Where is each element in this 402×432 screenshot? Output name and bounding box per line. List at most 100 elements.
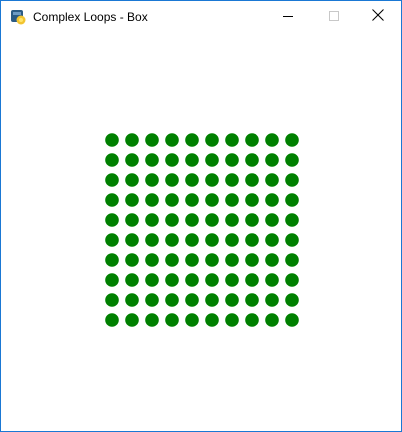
grid-dot bbox=[205, 153, 219, 167]
grid-dot bbox=[205, 293, 219, 307]
grid-dot bbox=[185, 153, 199, 167]
grid-dot bbox=[105, 273, 119, 287]
grid-dot bbox=[245, 173, 259, 187]
grid-dot bbox=[105, 253, 119, 267]
grid-dot bbox=[205, 213, 219, 227]
grid-dot bbox=[225, 173, 239, 187]
grid-dot bbox=[245, 233, 259, 247]
grid-dot bbox=[225, 193, 239, 207]
grid-dot bbox=[225, 153, 239, 167]
grid-dot bbox=[225, 233, 239, 247]
grid-dot bbox=[245, 193, 259, 207]
grid-dot bbox=[245, 213, 259, 227]
grid-dot bbox=[285, 253, 299, 267]
client-area bbox=[1, 32, 401, 431]
grid-dot bbox=[185, 133, 199, 147]
grid-dot bbox=[245, 253, 259, 267]
grid-dot bbox=[265, 253, 279, 267]
grid-dot bbox=[245, 313, 259, 327]
grid-dot bbox=[105, 313, 119, 327]
grid-dot bbox=[225, 273, 239, 287]
grid-dot bbox=[265, 313, 279, 327]
grid-dot bbox=[185, 193, 199, 207]
grid-dot bbox=[225, 293, 239, 307]
grid-dot bbox=[185, 213, 199, 227]
grid-dot bbox=[265, 213, 279, 227]
grid-dot bbox=[205, 173, 219, 187]
dot-grid-canvas bbox=[105, 133, 299, 327]
grid-dot bbox=[285, 213, 299, 227]
grid-dot bbox=[225, 133, 239, 147]
grid-dot bbox=[165, 233, 179, 247]
grid-dot bbox=[165, 193, 179, 207]
grid-dot bbox=[265, 153, 279, 167]
grid-dot bbox=[105, 193, 119, 207]
grid-dot bbox=[165, 293, 179, 307]
grid-dot bbox=[285, 193, 299, 207]
grid-dot bbox=[205, 313, 219, 327]
grid-dot bbox=[205, 133, 219, 147]
grid-dot bbox=[105, 173, 119, 187]
grid-dot bbox=[125, 253, 139, 267]
grid-dot bbox=[105, 213, 119, 227]
grid-dot bbox=[165, 213, 179, 227]
grid-dot bbox=[165, 133, 179, 147]
grid-dot bbox=[125, 193, 139, 207]
grid-dot bbox=[285, 233, 299, 247]
grid-dot bbox=[185, 253, 199, 267]
grid-dot bbox=[125, 133, 139, 147]
close-button[interactable] bbox=[355, 1, 401, 32]
grid-dot bbox=[145, 313, 159, 327]
grid-dot bbox=[225, 213, 239, 227]
grid-dot bbox=[145, 213, 159, 227]
grid-dot bbox=[245, 273, 259, 287]
grid-dot bbox=[185, 293, 199, 307]
grid-dot bbox=[285, 293, 299, 307]
grid-dot bbox=[105, 133, 119, 147]
grid-dot bbox=[285, 133, 299, 147]
grid-dot bbox=[165, 273, 179, 287]
grid-dot bbox=[125, 313, 139, 327]
grid-dot bbox=[205, 233, 219, 247]
grid-dot bbox=[145, 293, 159, 307]
title-bar[interactable]: Complex Loops - Box bbox=[1, 1, 401, 32]
grid-dot bbox=[185, 233, 199, 247]
grid-dot bbox=[205, 193, 219, 207]
grid-dot bbox=[105, 233, 119, 247]
grid-dot bbox=[185, 173, 199, 187]
grid-dot bbox=[225, 313, 239, 327]
grid-dot bbox=[125, 273, 139, 287]
grid-dot bbox=[105, 293, 119, 307]
grid-dot bbox=[245, 293, 259, 307]
grid-dot bbox=[265, 133, 279, 147]
grid-dot bbox=[285, 173, 299, 187]
app-window: Complex Loops - Box bbox=[0, 0, 402, 432]
maximize-button[interactable] bbox=[311, 1, 357, 32]
grid-dot bbox=[185, 313, 199, 327]
grid-dot bbox=[165, 313, 179, 327]
grid-dot bbox=[245, 133, 259, 147]
grid-dot bbox=[205, 273, 219, 287]
grid-dot bbox=[145, 133, 159, 147]
maximize-icon bbox=[329, 8, 339, 26]
python-icon bbox=[10, 9, 26, 25]
grid-dot bbox=[245, 153, 259, 167]
grid-dot bbox=[125, 293, 139, 307]
grid-dot bbox=[165, 253, 179, 267]
grid-dot bbox=[125, 213, 139, 227]
grid-dot bbox=[125, 233, 139, 247]
grid-dot bbox=[265, 273, 279, 287]
grid-dot bbox=[205, 253, 219, 267]
grid-dot bbox=[145, 193, 159, 207]
grid-dot bbox=[265, 233, 279, 247]
grid-dot bbox=[145, 173, 159, 187]
grid-dot bbox=[225, 253, 239, 267]
grid-dot bbox=[265, 293, 279, 307]
grid-dot bbox=[185, 273, 199, 287]
grid-dot bbox=[285, 313, 299, 327]
minimize-button[interactable] bbox=[265, 1, 311, 32]
grid-dot bbox=[125, 173, 139, 187]
grid-dot bbox=[145, 253, 159, 267]
close-icon bbox=[372, 8, 384, 26]
minimize-icon bbox=[283, 8, 293, 26]
